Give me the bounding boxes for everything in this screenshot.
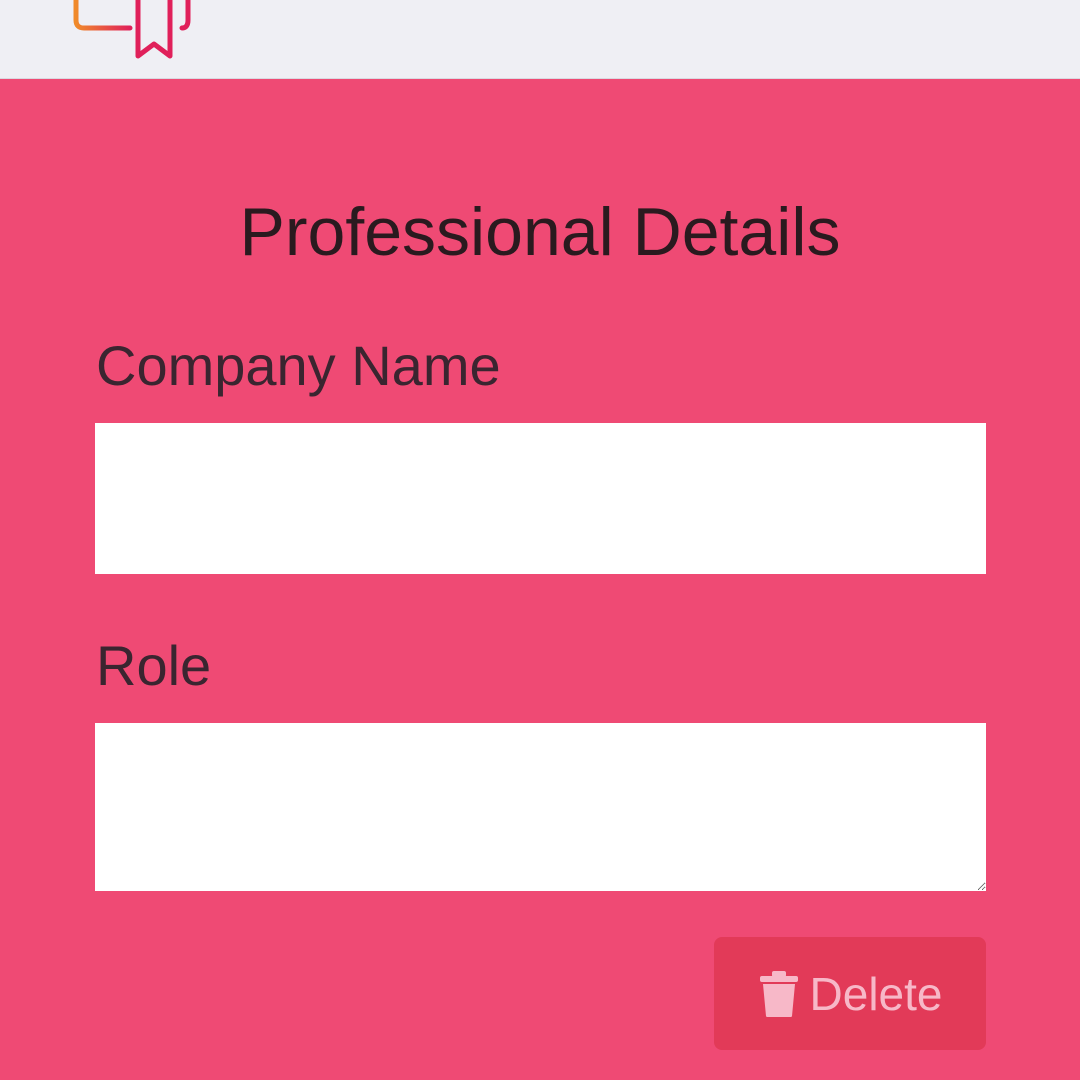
role-textarea[interactable] <box>95 723 986 891</box>
company-name-input[interactable] <box>95 423 986 574</box>
trash-icon <box>759 970 798 1017</box>
delete-button[interactable]: Delete <box>714 937 986 1050</box>
professional-details-page: Professional Details Company Name Role D… <box>0 0 1080 1080</box>
company-name-label: Company Name <box>96 334 501 397</box>
top-bar <box>0 0 1080 79</box>
certificate-ribbon-icon <box>73 0 191 59</box>
delete-button-label: Delete <box>809 967 943 1020</box>
page-title: Professional Details <box>239 194 841 270</box>
role-label: Role <box>96 634 212 697</box>
